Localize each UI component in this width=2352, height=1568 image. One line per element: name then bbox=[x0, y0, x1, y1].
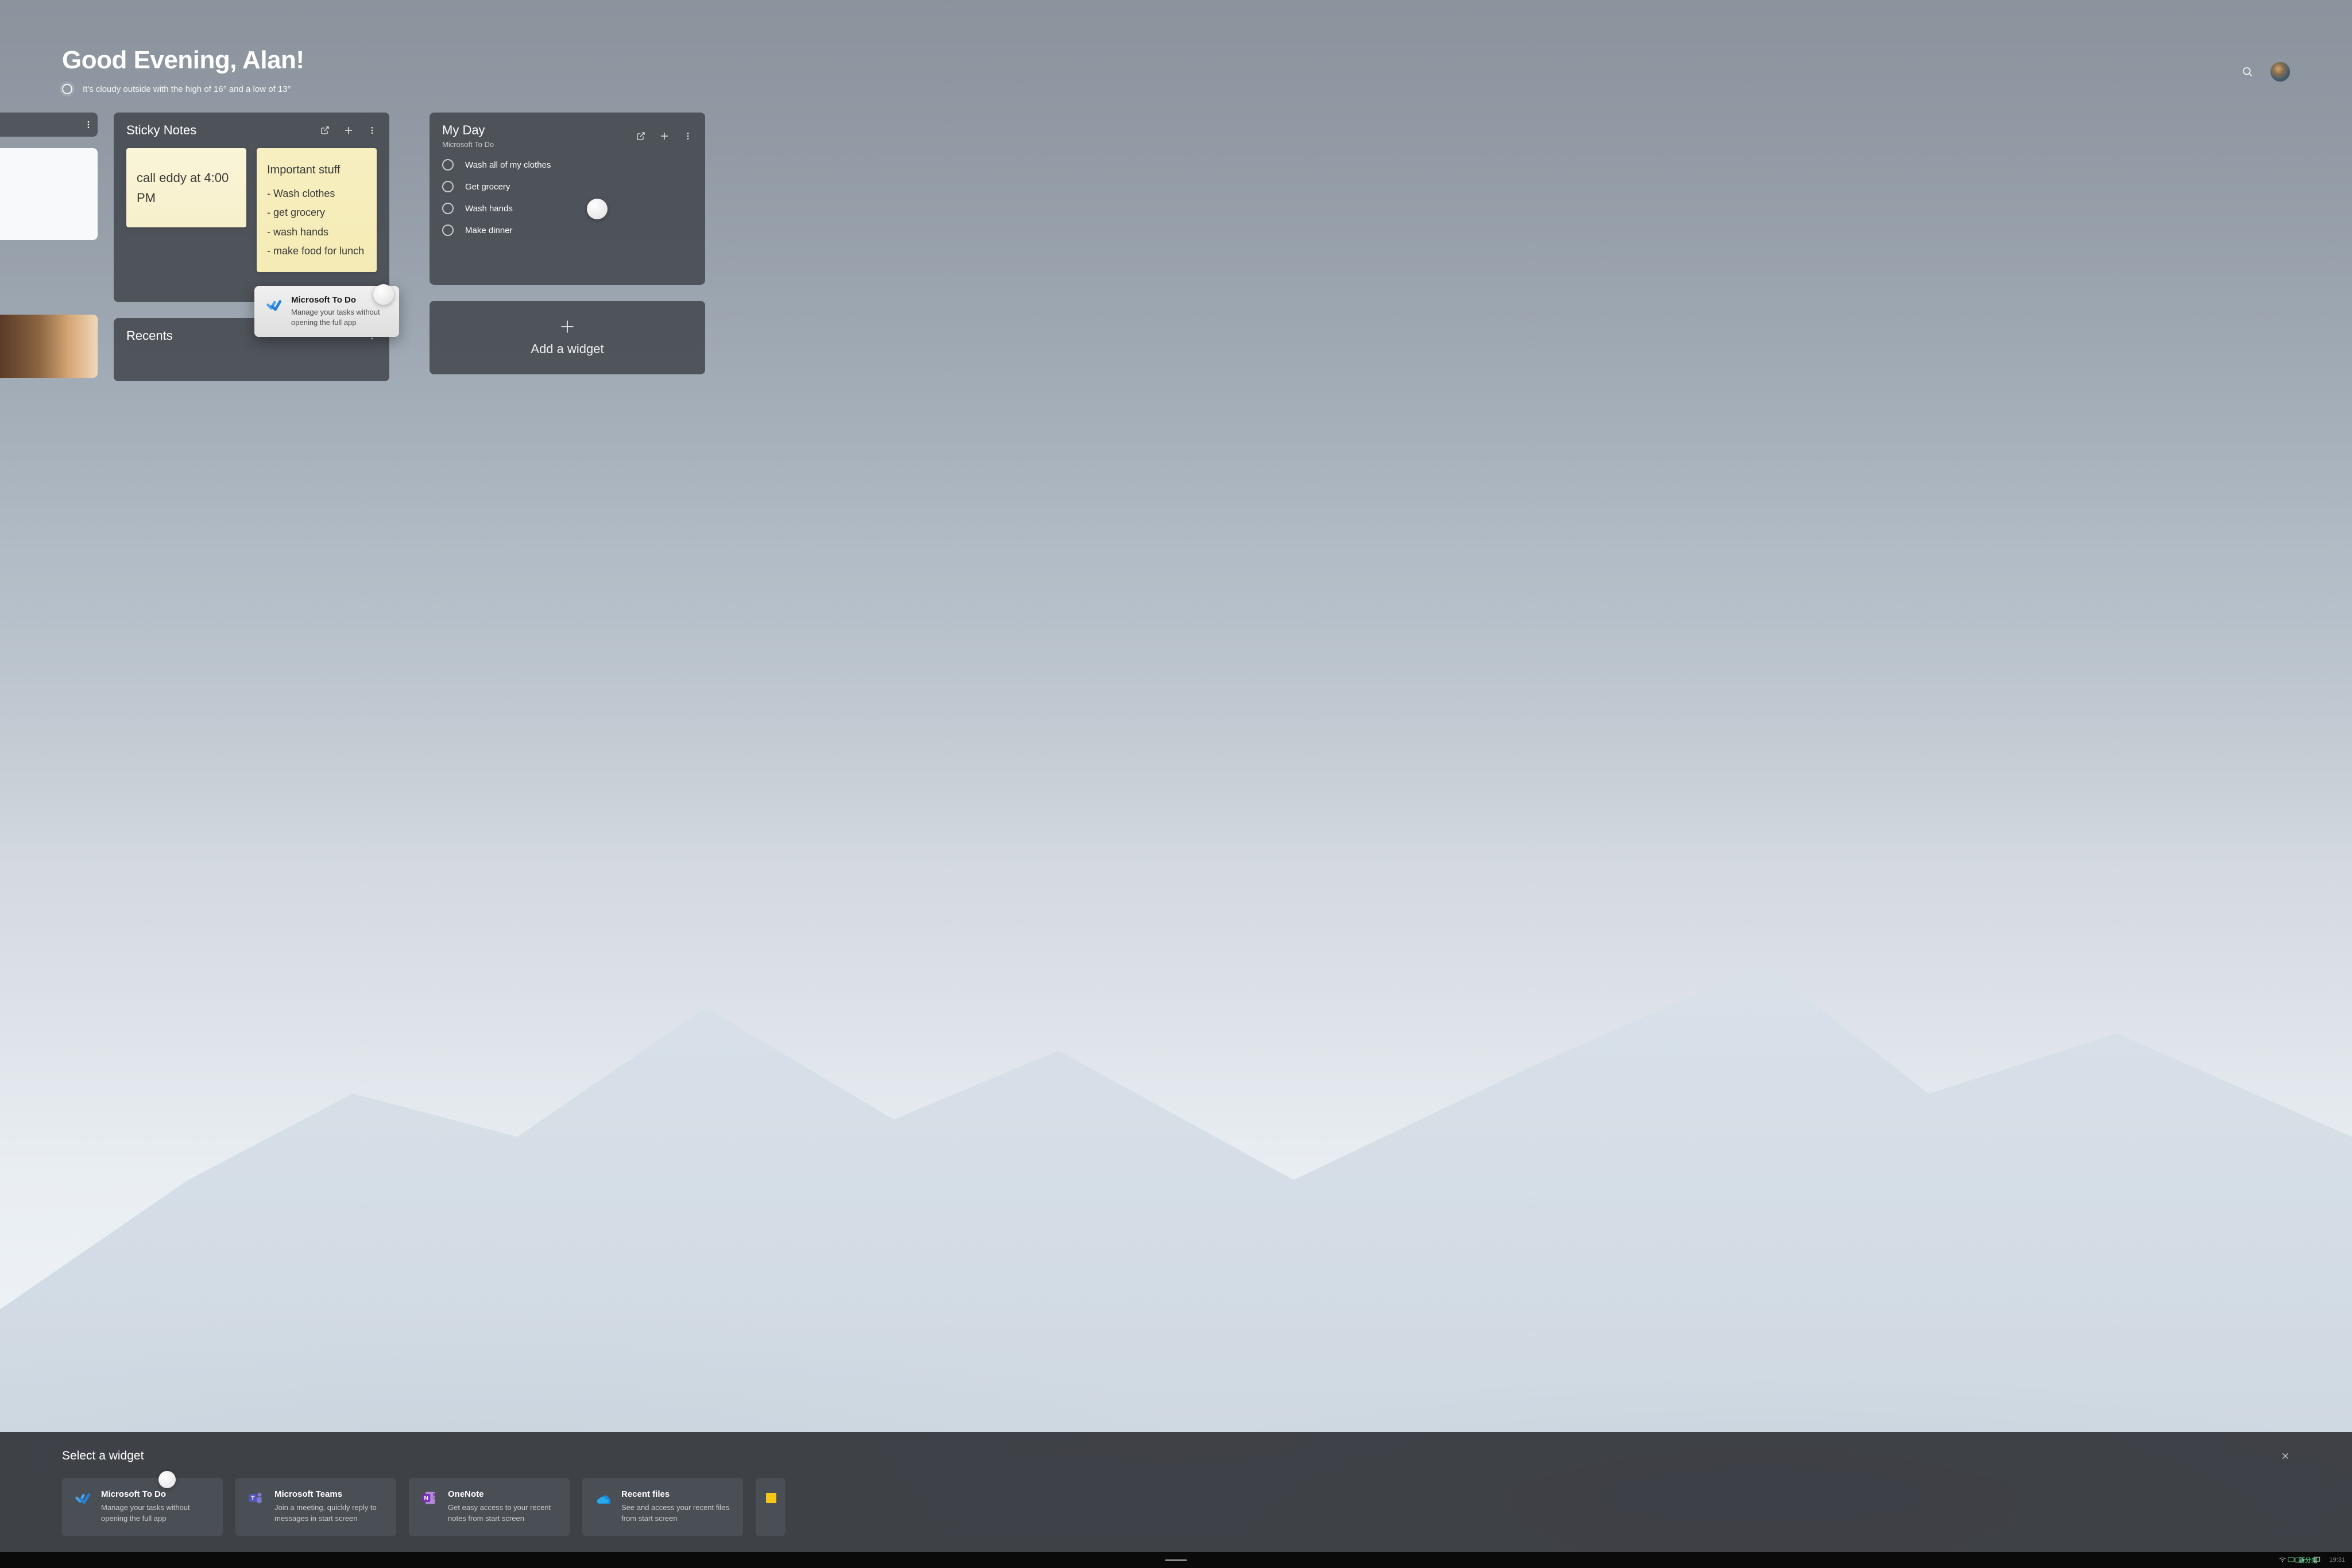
card-title: Recent files bbox=[621, 1489, 732, 1499]
weather-line: It's cloudy outside with the high of 16°… bbox=[62, 84, 304, 94]
search-icon[interactable] bbox=[2242, 66, 2253, 78]
card-title: Microsoft Teams bbox=[274, 1489, 385, 1499]
greeting-block: Good Evening, Alan! It's cloudy outside … bbox=[62, 46, 304, 94]
panel-title: Select a widget bbox=[62, 1449, 144, 1463]
sticky-widget-actions bbox=[320, 125, 377, 135]
sticky-note-2-line-2: - wash hands bbox=[267, 223, 366, 242]
more-vertical-icon[interactable] bbox=[368, 126, 377, 135]
open-external-icon[interactable] bbox=[320, 126, 330, 135]
peek-widget-left bbox=[0, 113, 98, 381]
widget-card-todo[interactable]: Microsoft To Do Manage your tasks withou… bbox=[62, 1478, 223, 1536]
add-widget-button[interactable]: Add a widget bbox=[430, 301, 705, 374]
widget-selector-panel: Select a widget Microsoft To Do Manage y… bbox=[0, 1432, 2352, 1552]
myday-widget-header: My Day Microsoft To Do bbox=[442, 123, 693, 149]
widget-card-next[interactable] bbox=[756, 1478, 786, 1536]
peek-widget-body[interactable] bbox=[0, 148, 98, 240]
more-vertical-icon[interactable] bbox=[683, 131, 693, 141]
wifi-icon[interactable] bbox=[2278, 1556, 2287, 1564]
widget-cards-row: Microsoft To Do Manage your tasks withou… bbox=[62, 1478, 2290, 1536]
svg-text:N: N bbox=[424, 1495, 429, 1502]
todo-list: Wash all of my clothes Get grocery Wash … bbox=[442, 159, 693, 236]
todo-label: Wash all of my clothes bbox=[465, 160, 551, 170]
widget-card-recent-files[interactable]: Recent files See and access your recent … bbox=[582, 1478, 743, 1536]
todo-app-icon bbox=[74, 1489, 91, 1507]
sticky-note-2-line-3: - make food for lunch bbox=[267, 242, 366, 261]
sticky-widget-header: Sticky Notes bbox=[126, 123, 377, 138]
widgets-area: Sticky Notes call eddy at 4:00 PM bbox=[0, 113, 2352, 381]
cursor-indicator bbox=[587, 199, 608, 219]
peek-photo-widget[interactable] bbox=[0, 315, 98, 378]
sticky-note-2-line-1: - get grocery bbox=[267, 203, 366, 222]
plus-large-icon bbox=[559, 319, 575, 335]
todo-item[interactable]: Make dinner bbox=[442, 224, 693, 236]
taskbar-time[interactable]: 19:31 bbox=[2329, 1557, 2345, 1563]
todo-item[interactable]: Get grocery bbox=[442, 181, 693, 192]
tooltip-description: Manage your tasks without opening the fu… bbox=[291, 307, 389, 328]
plus-icon[interactable] bbox=[659, 131, 670, 141]
checkbox-circle-icon[interactable] bbox=[442, 203, 454, 214]
widget-card-onenote[interactable]: N OneNote Get easy access to your recent… bbox=[409, 1478, 570, 1536]
myday-widget-actions bbox=[636, 131, 693, 141]
cursor-indicator bbox=[373, 284, 394, 305]
card-description: Get easy access to your recent notes fro… bbox=[448, 1503, 558, 1524]
card-title: OneNote bbox=[448, 1489, 558, 1499]
sticky-note-1-text: call eddy at 4:00 PM bbox=[137, 168, 236, 208]
todo-app-icon bbox=[265, 296, 282, 313]
sticky-widget-title: Sticky Notes bbox=[126, 123, 196, 138]
weather-cloudy-icon bbox=[62, 84, 72, 94]
sticky-notes-body: call eddy at 4:00 PM Important stuff - W… bbox=[126, 148, 377, 272]
add-widget-label: Add a widget bbox=[531, 342, 604, 357]
sticky-note-2-line-0: - Wash clothes bbox=[267, 184, 366, 203]
card-description: Manage your tasks without opening the fu… bbox=[101, 1503, 211, 1524]
recents-widget-title: Recents bbox=[126, 328, 173, 343]
todo-label: Get grocery bbox=[465, 182, 510, 192]
onenote-app-icon: N bbox=[420, 1489, 438, 1507]
sticky-note-1[interactable]: call eddy at 4:00 PM bbox=[126, 148, 246, 227]
card-description: See and access your recent files from st… bbox=[621, 1503, 732, 1524]
peek-widget-header bbox=[0, 113, 98, 137]
todo-label: Make dinner bbox=[465, 226, 513, 235]
widget-card-teams[interactable]: T Microsoft Teams Join a meeting, quickl… bbox=[235, 1478, 396, 1536]
checkbox-circle-icon[interactable] bbox=[442, 159, 454, 171]
todo-item[interactable]: Wash all of my clothes bbox=[442, 159, 693, 171]
myday-widget-title: My Day bbox=[442, 123, 494, 138]
weather-text: It's cloudy outside with the high of 16°… bbox=[83, 84, 291, 94]
card-title: Microsoft To Do bbox=[101, 1489, 211, 1499]
checkbox-circle-icon[interactable] bbox=[442, 224, 454, 236]
header: Good Evening, Alan! It's cloudy outside … bbox=[62, 46, 2290, 94]
onedrive-app-icon bbox=[594, 1489, 611, 1507]
sticky-notes-widget: Sticky Notes call eddy at 4:00 PM bbox=[114, 113, 389, 302]
header-actions bbox=[2242, 62, 2290, 82]
plus-icon[interactable] bbox=[343, 125, 354, 135]
widget-column-1: Sticky Notes call eddy at 4:00 PM bbox=[114, 113, 389, 381]
user-avatar[interactable] bbox=[2270, 62, 2290, 82]
svg-text:T: T bbox=[251, 1495, 255, 1502]
sticky-note-2-title: Important stuff bbox=[267, 160, 366, 181]
taskbar[interactable]: 新分向 19:31 bbox=[0, 1552, 2352, 1568]
card-description: Join a meeting, quickly reply to message… bbox=[274, 1503, 385, 1524]
close-icon[interactable] bbox=[2281, 1451, 2290, 1461]
teams-app-icon: T bbox=[247, 1489, 264, 1507]
taskbar-tray: 19:31 bbox=[2278, 1556, 2345, 1564]
todo-item[interactable]: Wash hands bbox=[442, 203, 693, 214]
greeting-text: Good Evening, Alan! bbox=[62, 46, 304, 75]
taskbar-handle[interactable] bbox=[1165, 1559, 1187, 1561]
app-icon bbox=[763, 1489, 780, 1507]
myday-widget-subtitle: Microsoft To Do bbox=[442, 140, 494, 149]
myday-widget: My Day Microsoft To Do Wash all of m bbox=[430, 113, 705, 285]
battery-icon[interactable] bbox=[2295, 1557, 2305, 1563]
cursor-indicator bbox=[158, 1471, 176, 1488]
notifications-icon[interactable] bbox=[2313, 1556, 2321, 1564]
more-vertical-icon[interactable] bbox=[84, 120, 93, 129]
panel-header: Select a widget bbox=[62, 1449, 2290, 1463]
open-external-icon[interactable] bbox=[636, 131, 645, 141]
sticky-note-2[interactable]: Important stuff - Wash clothes - get gro… bbox=[257, 148, 377, 272]
todo-label: Wash hands bbox=[465, 204, 513, 214]
widget-column-2: My Day Microsoft To Do Wash all of m bbox=[430, 113, 705, 381]
checkbox-circle-icon[interactable] bbox=[442, 181, 454, 192]
